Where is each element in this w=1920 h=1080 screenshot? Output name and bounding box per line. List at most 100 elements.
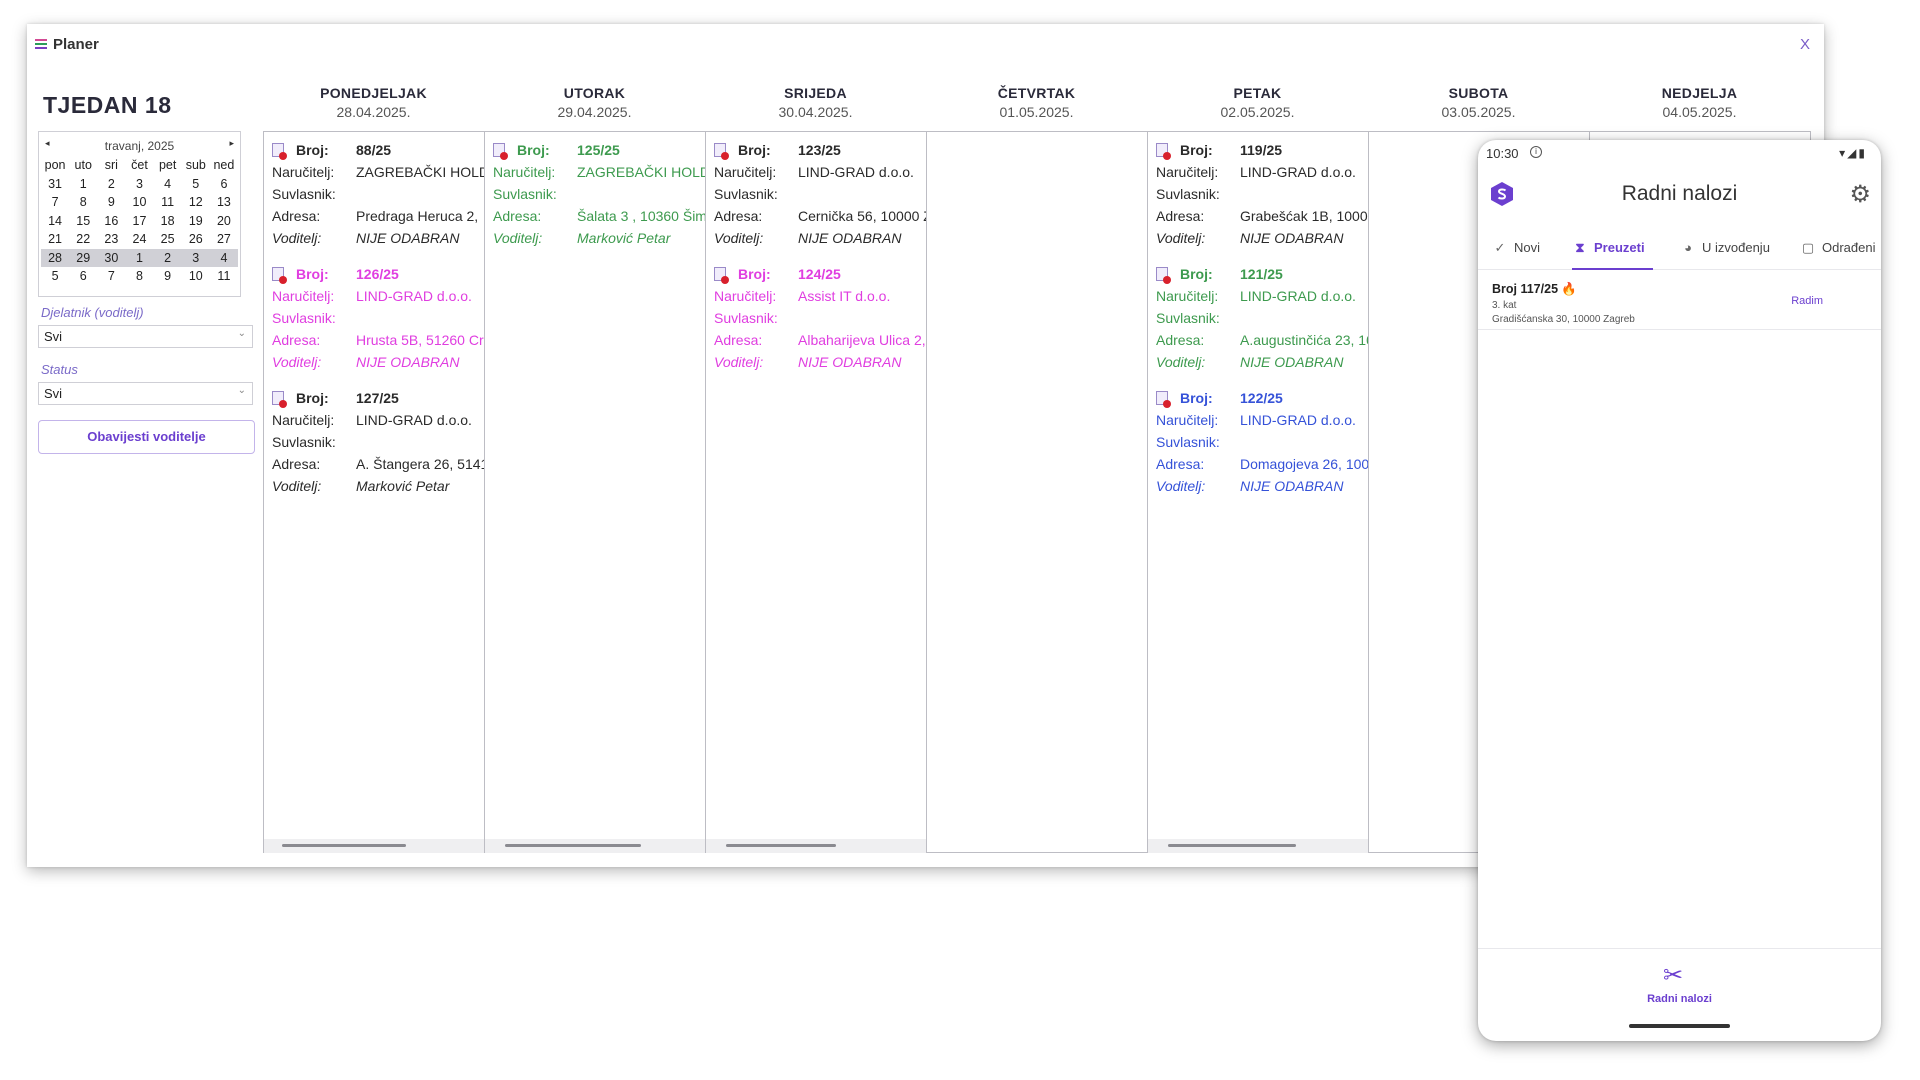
work-order-card[interactable]: Broj: 124/25 Naručitelj: Assist IT d.o.o. Su…	[714, 263, 926, 373]
calendar-day[interactable]: 4	[209, 248, 238, 267]
calendar-day[interactable]: 10	[125, 193, 153, 212]
card-label: Voditelj:	[714, 230, 764, 246]
calendar-day[interactable]: 29	[69, 248, 98, 267]
employee-filter-select[interactable]: Svi ⌄	[38, 325, 253, 348]
work-order-card[interactable]: Broj: 127/25 Naručitelj: LIND-GRAD d.o.o. Su…	[272, 387, 484, 497]
tools-icon[interactable]: ✂	[1663, 961, 1683, 990]
day-header: ČETVRTAK 01.05.2025.	[926, 85, 1147, 120]
work-order-card[interactable]: Broj: 125/25 Naručitelj: ZAGREBAČKI HOLDING…	[493, 139, 705, 249]
window-close-button[interactable]: X	[1800, 36, 1810, 53]
calendar-day[interactable]: 14	[41, 212, 69, 231]
card-row-suvlasnik: Suvlasnik:	[1156, 183, 1368, 205]
card-value-adresa: A.augustinčića 23, 10000	[1240, 332, 1368, 348]
calendar-day[interactable]: 24	[125, 230, 153, 249]
calendar-day[interactable]: 3	[181, 248, 210, 267]
calendar-day[interactable]: 31	[41, 175, 69, 194]
tab-u-izvodenju[interactable]: ◕ U izvođenju	[1680, 230, 1770, 270]
work-order-card[interactable]: Broj: 126/25 Naručitelj: LIND-GRAD d.o.o. Su…	[272, 263, 484, 373]
calendar-day[interactable]: 28	[41, 248, 70, 267]
horizontal-scrollbar[interactable]	[485, 839, 705, 853]
planner-app-icon	[35, 39, 47, 50]
card-row-broj: Broj: 125/25	[493, 139, 705, 161]
work-order-action-button[interactable]: Radim	[1791, 295, 1823, 307]
calendar-day[interactable]: 18	[154, 212, 182, 231]
calendar-day[interactable]: 13	[210, 193, 238, 212]
work-order-card[interactable]: Broj: 123/25 Naručitelj: LIND-GRAD d.o.o. Su…	[714, 139, 926, 249]
scrollbar-thumb[interactable]	[282, 844, 406, 847]
calendar-day[interactable]: 27	[210, 230, 238, 249]
card-value-broj: 127/25	[356, 390, 399, 406]
calendar-day[interactable]: 5	[182, 175, 210, 194]
scrollbar-thumb[interactable]	[505, 844, 641, 847]
calendar-day[interactable]: 7	[97, 267, 125, 286]
calendar-day[interactable]: 20	[210, 212, 238, 231]
calendar-next-month-button[interactable]: ▸	[229, 138, 234, 149]
notify-managers-button[interactable]: Obavijesti voditelje	[38, 420, 255, 454]
work-order-card[interactable]: Broj: 88/25 Naručitelj: ZAGREBAČKI HOLDING S…	[272, 139, 484, 249]
card-label: Broj:	[296, 390, 329, 406]
calendar-day[interactable]: 1	[125, 248, 154, 267]
calendar-day[interactable]: 10	[182, 267, 210, 286]
window-title: Planer	[53, 36, 99, 53]
card-label: Suvlasnik:	[272, 434, 336, 450]
calendar-day[interactable]: 19	[182, 212, 210, 231]
calendar-day[interactable]: 15	[69, 212, 97, 231]
horizontal-scrollbar[interactable]	[1148, 839, 1368, 853]
horizontal-scrollbar[interactable]	[706, 839, 926, 853]
calendar-day[interactable]: 21	[41, 230, 69, 249]
calendar-day[interactable]: 11	[154, 193, 182, 212]
calendar-day[interactable]: 12	[182, 193, 210, 212]
card-label: Broj:	[296, 266, 329, 282]
calendar-day[interactable]: 23	[97, 230, 125, 249]
calendar-day[interactable]: 2	[97, 175, 125, 194]
card-value-broj: 119/25	[1240, 142, 1283, 158]
card-value-adresa: Cernička 56, 10000 Zagreb	[798, 208, 926, 224]
calendar-day[interactable]: 8	[125, 267, 153, 286]
calendar-day[interactable]: 1	[69, 175, 97, 194]
calendar-day[interactable]: 30	[97, 248, 126, 267]
calendar-day[interactable]: 11	[210, 267, 238, 286]
chevron-down-icon: ⌄	[237, 328, 246, 339]
day-date: 04.05.2025.	[1662, 104, 1737, 120]
work-order-card[interactable]: Broj: 119/25 Naručitelj: LIND-GRAD d.o.o. Su…	[1156, 139, 1368, 249]
card-label: Voditelj:	[714, 354, 764, 370]
card-row-narucitelj: Naručitelj: LIND-GRAD d.o.o.	[1156, 285, 1368, 307]
calendar-day[interactable]: 4	[154, 175, 182, 194]
work-order-card[interactable]: Broj: 122/25 Naručitelj: LIND-GRAD d.o.o. Su…	[1156, 387, 1368, 497]
bottom-nav-label[interactable]: Radni nalozi	[1478, 993, 1881, 1005]
card-value-voditelj: Marković Petar	[356, 478, 450, 494]
calendar-day[interactable]: 26	[182, 230, 210, 249]
calendar-day[interactable]: 5	[41, 267, 69, 286]
tab-novi[interactable]: ✓ Novi	[1492, 230, 1540, 270]
tab-preuzeti[interactable]: ⧗ Preuzeti	[1572, 230, 1653, 270]
work-order-address: Gradišćanska 30, 10000 Zagreb	[1492, 314, 1635, 325]
scrollbar-thumb[interactable]	[1168, 844, 1296, 847]
calendar-day[interactable]: 8	[69, 193, 97, 212]
settings-gear-icon[interactable]: ⚙	[1849, 180, 1871, 209]
card-value-adresa: A. Štangera 26, 51410	[356, 456, 484, 472]
calendar-day[interactable]: 3	[125, 175, 153, 194]
calendar-day[interactable]: 6	[210, 175, 238, 194]
scrollbar-thumb[interactable]	[726, 844, 836, 847]
info-icon: i	[1530, 146, 1542, 158]
calendar-day[interactable]: 25	[154, 230, 182, 249]
calendar-day[interactable]: 6	[69, 267, 97, 286]
horizontal-scrollbar[interactable]	[264, 839, 484, 853]
calendar-day[interactable]: 22	[69, 230, 97, 249]
tab-odradeni[interactable]: ▢ Odrađeni	[1800, 230, 1876, 270]
card-value-narucitelj: ZAGREBAČKI HOLDING	[356, 164, 484, 180]
calendar-day[interactable]: 9	[154, 267, 182, 286]
mobile-app: 10:30 i ▾◢▮ Radni nalozi ⚙ ✓ Novi ⧗ Preuze…	[1478, 140, 1881, 1041]
status-filter-select[interactable]: Svi ⌄	[38, 382, 253, 405]
card-row-narucitelj: Naručitelj: ZAGREBAČKI HOLDING	[493, 161, 705, 183]
card-label: Adresa:	[272, 208, 321, 224]
work-order-item[interactable]: Broj 117/25 🔥 3. kat Gradišćanska 30, 100…	[1478, 272, 1881, 330]
calendar-day[interactable]: 17	[125, 212, 153, 231]
card-value-narucitelj: LIND-GRAD d.o.o.	[356, 288, 472, 304]
calendar-day[interactable]: 7	[41, 193, 69, 212]
card-row-voditelj: Voditelj: NIJE ODABRAN	[1156, 351, 1368, 373]
calendar-day[interactable]: 2	[153, 248, 182, 267]
work-order-card[interactable]: Broj: 121/25 Naručitelj: LIND-GRAD d.o.o. Su…	[1156, 263, 1368, 373]
calendar-day[interactable]: 9	[97, 193, 125, 212]
calendar-day[interactable]: 16	[97, 212, 125, 231]
